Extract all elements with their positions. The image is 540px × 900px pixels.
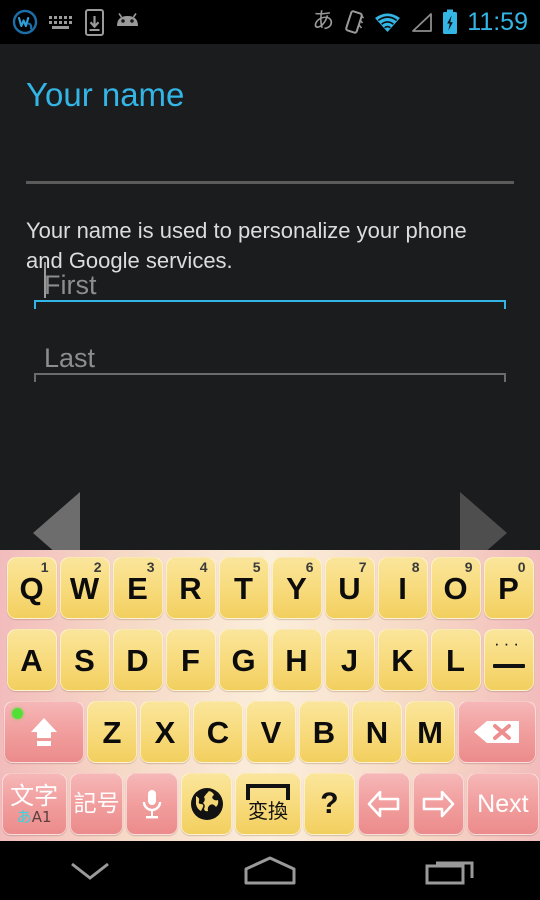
status-bar[interactable]: あ 11:59 — [0, 0, 540, 44]
key-l[interactable]: L — [430, 629, 481, 691]
key-k[interactable]: K — [377, 629, 428, 691]
convert-label: 変換 — [248, 798, 289, 823]
key-microphone[interactable] — [126, 773, 178, 835]
home-icon — [244, 856, 296, 884]
status-bar-right-icons: あ 11:59 — [312, 9, 540, 35]
question-label: ? — [320, 787, 339, 820]
first-name-field[interactable]: First — [34, 258, 506, 309]
weave-app-icon — [12, 9, 38, 35]
first-name-placeholder: First — [44, 270, 97, 300]
page-title: Your name — [26, 76, 185, 113]
status-bar-clock: 11:59 — [467, 7, 528, 36]
key-t[interactable]: T5 — [218, 557, 269, 619]
android-screen: あ 11:59 Your name Your name is used to p… — [0, 0, 540, 900]
key-f[interactable]: F — [165, 629, 216, 691]
key-g[interactable]: G — [218, 629, 269, 691]
first-name-underline — [34, 300, 506, 309]
last-name-field[interactable]: Last — [34, 331, 506, 382]
key-i[interactable]: I8 — [377, 557, 428, 619]
ime-indicator: あ — [312, 9, 335, 34]
key-s[interactable]: S — [59, 629, 110, 691]
key-question[interactable]: ? — [303, 773, 356, 835]
keyboard-row-asdf: A S D F G H J K L ··· — [0, 624, 540, 696]
key-j[interactable]: J — [324, 629, 375, 691]
key-m[interactable]: M — [405, 701, 455, 763]
signal-icon — [412, 12, 433, 32]
key-d[interactable]: D — [112, 629, 163, 691]
key-o[interactable]: O9 — [430, 557, 481, 619]
arrow-right-icon — [423, 790, 455, 818]
enter-label: Next — [477, 789, 529, 818]
key-enter-next[interactable]: Next — [467, 773, 539, 835]
input-mode-sublabel: あA1 — [16, 807, 52, 826]
keyboard-row-bottom: 文字 あA1 記号 変換 ? Next — [0, 768, 540, 840]
key-a[interactable]: A — [6, 629, 57, 691]
home-button[interactable] — [180, 841, 360, 900]
keyboard-row-zxcv: Z X C V B N M — [0, 696, 540, 768]
key-n[interactable]: N — [352, 701, 402, 763]
key-h[interactable]: H — [271, 629, 322, 691]
key-w[interactable]: W2 — [59, 557, 110, 619]
download-to-phone-icon — [85, 8, 104, 36]
status-bar-left-icons — [0, 8, 141, 36]
chevron-down-icon — [71, 862, 109, 880]
key-shift[interactable] — [4, 701, 84, 763]
globe-icon — [190, 788, 223, 820]
title-divider — [26, 181, 514, 184]
on-screen-keyboard[interactable]: Q1 W2 E3 R4 T5 Y6 U7 I8 O9 P0 A S D F G … — [0, 550, 540, 841]
key-r[interactable]: R4 — [165, 557, 216, 619]
recents-icon — [425, 861, 474, 884]
key-backspace[interactable] — [458, 701, 536, 763]
key-z[interactable]: Z — [87, 701, 137, 763]
key-q[interactable]: Q1 — [6, 557, 57, 619]
key-x[interactable]: X — [140, 701, 190, 763]
key-p[interactable]: P0 — [483, 557, 534, 619]
key-arrow-right[interactable] — [412, 773, 465, 835]
caps-lock-indicator — [12, 708, 23, 719]
key-u[interactable]: U7 — [324, 557, 375, 619]
key-v[interactable]: V — [246, 701, 296, 763]
key-arrow-left[interactable] — [358, 773, 410, 835]
key-convert-space[interactable]: 変換 — [235, 773, 301, 835]
recents-button[interactable] — [360, 841, 540, 900]
arrow-left-icon — [367, 790, 400, 818]
key-y[interactable]: Y6 — [271, 557, 322, 619]
hide-keyboard-button[interactable] — [0, 841, 180, 900]
space-bar-glyph-icon — [246, 784, 291, 800]
key-symbols[interactable]: 記号 — [69, 773, 124, 835]
setup-content-area: Your name Your name is used to personali… — [0, 44, 540, 574]
backspace-icon — [474, 721, 519, 743]
key-globe[interactable] — [180, 773, 233, 835]
system-navigation-bar[interactable] — [0, 841, 540, 900]
wifi-icon — [375, 13, 401, 32]
android-icon — [117, 13, 138, 26]
keyboard-row-qwerty: Q1 W2 E3 R4 T5 Y6 U7 I8 O9 P0 — [0, 550, 540, 624]
text-caret — [44, 262, 46, 298]
battery-charging-icon — [443, 9, 458, 34]
shift-caps-icon — [31, 718, 57, 746]
last-name-underline — [34, 373, 506, 382]
vibrate-icon — [345, 10, 365, 34]
hyphen-more-icon — [492, 664, 525, 668]
key-e[interactable]: E3 — [112, 557, 163, 619]
key-input-mode[interactable]: 文字 あA1 — [1, 773, 67, 835]
key-hyphen-more[interactable]: ··· — [483, 629, 534, 691]
keyboard-icon — [49, 16, 72, 29]
last-name-placeholder: Last — [44, 343, 96, 373]
input-mode-label: 文字 — [10, 781, 59, 810]
key-b[interactable]: B — [299, 701, 349, 763]
microphone-icon — [142, 790, 162, 819]
more-dots-icon: ··· — [494, 634, 523, 653]
key-c[interactable]: C — [193, 701, 243, 763]
symbols-label: 記号 — [73, 791, 120, 817]
